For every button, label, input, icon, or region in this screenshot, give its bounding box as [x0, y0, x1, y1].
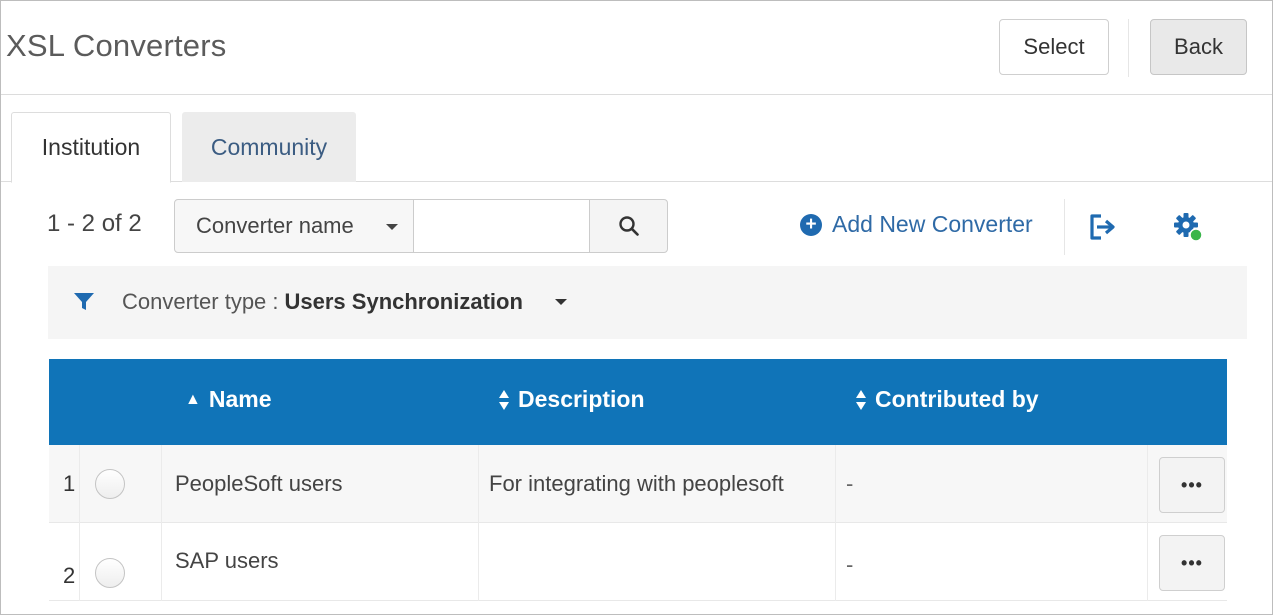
- column-divider: [835, 445, 836, 523]
- filter-value: Users Synchronization: [284, 289, 523, 314]
- search-scope-dropdown[interactable]: Converter name: [174, 199, 414, 253]
- column-header-label: Contributed by: [875, 386, 1039, 412]
- search-button[interactable]: [589, 199, 668, 253]
- toolbar-divider: [1064, 199, 1065, 255]
- plus-circle-icon: +: [800, 213, 822, 236]
- filter-bar: Converter type : Users Synchronization: [48, 266, 1247, 339]
- cell-contributed-by: -: [846, 552, 854, 577]
- search-scope-label: Converter name: [196, 213, 354, 238]
- cell-name: SAP users: [175, 548, 279, 573]
- filter-icon: [74, 293, 94, 310]
- gear-icon[interactable]: [1171, 210, 1205, 244]
- cell-description: For integrating with peoplesoft: [489, 471, 784, 496]
- tab-bar: Institution Community: [1, 95, 1272, 183]
- tab-community[interactable]: Community: [182, 112, 356, 182]
- results-count: 1 - 2 of 2: [47, 210, 142, 237]
- column-divider: [1147, 445, 1148, 523]
- sort-asc-icon: ▲: [185, 390, 201, 408]
- select-button[interactable]: Select: [999, 19, 1109, 75]
- row-number: 2: [63, 563, 76, 588]
- search-input[interactable]: [414, 199, 589, 253]
- tab-institution[interactable]: Institution: [11, 112, 171, 183]
- back-button[interactable]: Back: [1150, 19, 1247, 75]
- column-divider: [161, 523, 162, 601]
- chevron-down-icon[interactable]: [555, 299, 567, 305]
- filter-label: Converter type :: [122, 289, 279, 314]
- column-divider: [835, 523, 836, 601]
- column-header-contributed-by[interactable]: Contributed by: [855, 386, 1039, 413]
- column-header-label: Description: [518, 386, 645, 412]
- row-select-radio[interactable]: [95, 469, 125, 499]
- search-bar: Converter name: [174, 199, 668, 253]
- column-divider: [478, 445, 479, 523]
- table-row[interactable]: 1 PeopleSoft users For integrating with …: [49, 445, 1227, 523]
- cell-name: PeopleSoft users: [175, 471, 343, 496]
- row-actions-button[interactable]: •••: [1159, 535, 1225, 591]
- row-actions-button[interactable]: •••: [1159, 457, 1225, 513]
- column-divider: [161, 445, 162, 523]
- page-header: XSL Converters Select Back: [1, 1, 1272, 95]
- xsl-converters-page: XSL Converters Select Back Institution C…: [0, 0, 1273, 615]
- column-divider: [478, 523, 479, 601]
- column-divider: [1147, 523, 1148, 601]
- table-header: ▲ Name Description Contributed by: [49, 359, 1227, 445]
- header-divider: [1128, 19, 1129, 77]
- add-new-converter-button[interactable]: + Add New Converter: [800, 211, 1033, 238]
- cell-contributed-by: -: [846, 471, 854, 496]
- page-title: XSL Converters: [6, 28, 227, 63]
- sort-icon: [856, 389, 866, 410]
- column-divider: [79, 523, 80, 601]
- column-divider: [79, 445, 80, 523]
- converter-type-filter[interactable]: Converter type : Users Synchronization: [122, 289, 523, 315]
- chevron-down-icon: [386, 224, 398, 230]
- column-header-name[interactable]: ▲ Name: [185, 386, 272, 413]
- column-header-label: Name: [208, 386, 272, 412]
- search-icon: [618, 216, 639, 236]
- table-row[interactable]: 2 SAP users - •••: [49, 523, 1227, 601]
- row-number: 1: [63, 471, 76, 496]
- add-new-converter-label: Add New Converter: [832, 211, 1033, 237]
- column-header-description[interactable]: Description: [498, 386, 645, 413]
- sort-icon: [499, 389, 509, 410]
- export-icon[interactable]: [1087, 212, 1117, 242]
- converters-table: ▲ Name Description Contributed by 1 Peop…: [49, 359, 1227, 601]
- row-select-radio[interactable]: [95, 558, 125, 588]
